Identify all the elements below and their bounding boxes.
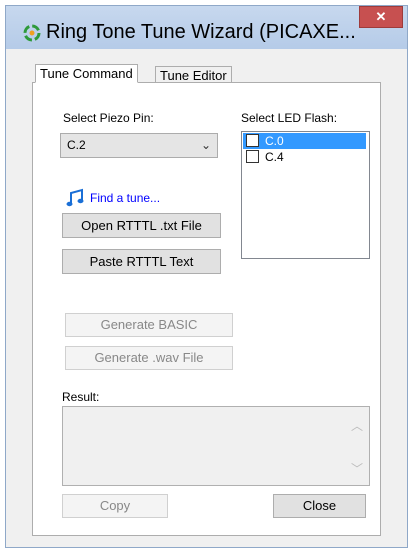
- button-label: Close: [302, 498, 337, 513]
- led-checkbox-c0[interactable]: [246, 134, 259, 147]
- music-notes-icon: [66, 188, 84, 207]
- scroll-up-icon[interactable]: ︿: [351, 417, 363, 434]
- find-tune-label: Find a tune...: [90, 191, 161, 205]
- button-label: Generate .wav File: [94, 350, 204, 365]
- chevron-down-icon: ⌄: [200, 138, 211, 152]
- copy-button[interactable]: Copy: [62, 494, 168, 518]
- list-item-label: C.0: [265, 134, 284, 148]
- button-label: Generate BASIC: [100, 317, 198, 332]
- button-label: Copy: [99, 498, 131, 513]
- generate-wav-button[interactable]: Generate .wav File: [65, 346, 233, 370]
- button-label: Paste RTTTL Text: [89, 254, 194, 269]
- led-flash-label: Select LED Flash:: [241, 111, 338, 125]
- close-button[interactable]: Close: [273, 494, 366, 518]
- result-textbox[interactable]: ︿ ﹀: [62, 406, 370, 486]
- led-flash-list[interactable]: C.0 C.4: [241, 131, 370, 259]
- paste-rtttl-text-button[interactable]: Paste RTTTL Text: [62, 249, 221, 274]
- generate-basic-button[interactable]: Generate BASIC: [65, 313, 233, 337]
- close-window-button[interactable]: ✕: [359, 6, 403, 28]
- tab-tune-editor[interactable]: Tune Editor: [155, 66, 232, 83]
- piezo-pin-value: C.2: [67, 138, 86, 152]
- tab-label: Tune Command: [40, 66, 133, 81]
- title-bar[interactable]: Ring Tone Tune Wizard (PICAXE... ✕: [6, 6, 407, 49]
- list-item-label: C.4: [265, 150, 284, 164]
- list-item[interactable]: C.0: [243, 133, 366, 149]
- result-label: Result:: [62, 390, 100, 404]
- tab-label: Tune Editor: [160, 68, 227, 83]
- piezo-pin-label: Select Piezo Pin:: [63, 111, 154, 125]
- scroll-down-icon[interactable]: ﹀: [351, 460, 363, 477]
- piezo-pin-select[interactable]: C.2 ⌄: [60, 133, 218, 158]
- tab-tune-command[interactable]: Tune Command: [35, 64, 138, 83]
- window-title: Ring Tone Tune Wizard (PICAXE...: [46, 21, 356, 43]
- close-icon: ✕: [375, 9, 387, 24]
- open-rtttl-file-button[interactable]: Open RTTTL .txt File: [62, 213, 221, 238]
- list-item[interactable]: C.4: [243, 149, 366, 165]
- find-tune-link[interactable]: Find a tune...: [66, 187, 160, 209]
- led-checkbox-c4[interactable]: [246, 150, 259, 163]
- button-label: Open RTTTL .txt File: [81, 218, 202, 233]
- app-icon: [23, 24, 41, 42]
